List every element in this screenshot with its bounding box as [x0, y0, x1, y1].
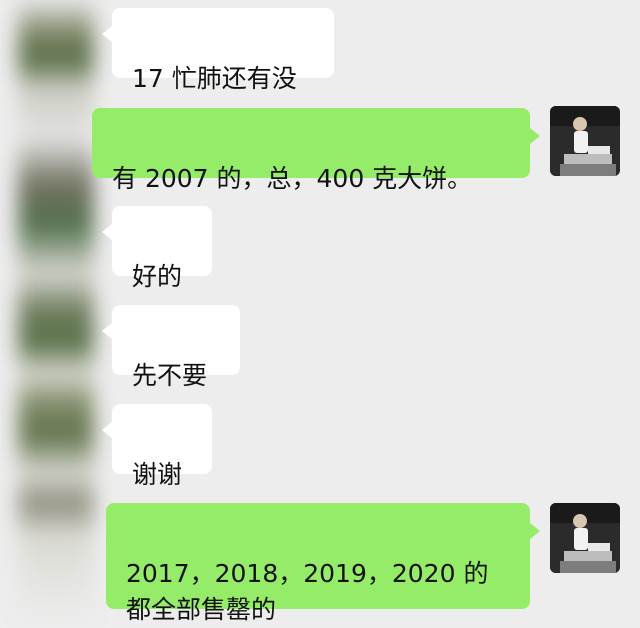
user-avatar-icon [550, 106, 620, 176]
message-bubble-outgoing[interactable]: 有 2007 的，总，400 克大饼。 [92, 108, 540, 193]
user-avatar[interactable] [550, 503, 620, 573]
message-bubble-incoming[interactable]: 17 忙肺还有没 [102, 8, 334, 93]
message-text: 有 2007 的，总，400 克大饼。 [112, 164, 473, 193]
message-text: 先不要 [132, 361, 208, 390]
user-avatar[interactable] [550, 106, 620, 176]
user-avatar-icon [550, 503, 620, 573]
message-bubble-outgoing[interactable]: 2017，2018，2019，2020 的 都全部售罄的 [106, 503, 540, 624]
blurred-contact-avatars [18, 0, 94, 622]
message-text: 17 忙肺还有没 [132, 64, 297, 93]
message-bubble-incoming[interactable]: 先不要 [102, 305, 240, 390]
message-bubble-incoming[interactable]: 谢谢 [102, 404, 212, 489]
message-bubble-incoming[interactable]: 好的 [102, 206, 212, 291]
message-text: 好的 [132, 262, 183, 291]
message-text: 2017，2018，2019，2020 的 都全部售罄的 [126, 559, 489, 624]
message-text: 谢谢 [132, 460, 183, 489]
